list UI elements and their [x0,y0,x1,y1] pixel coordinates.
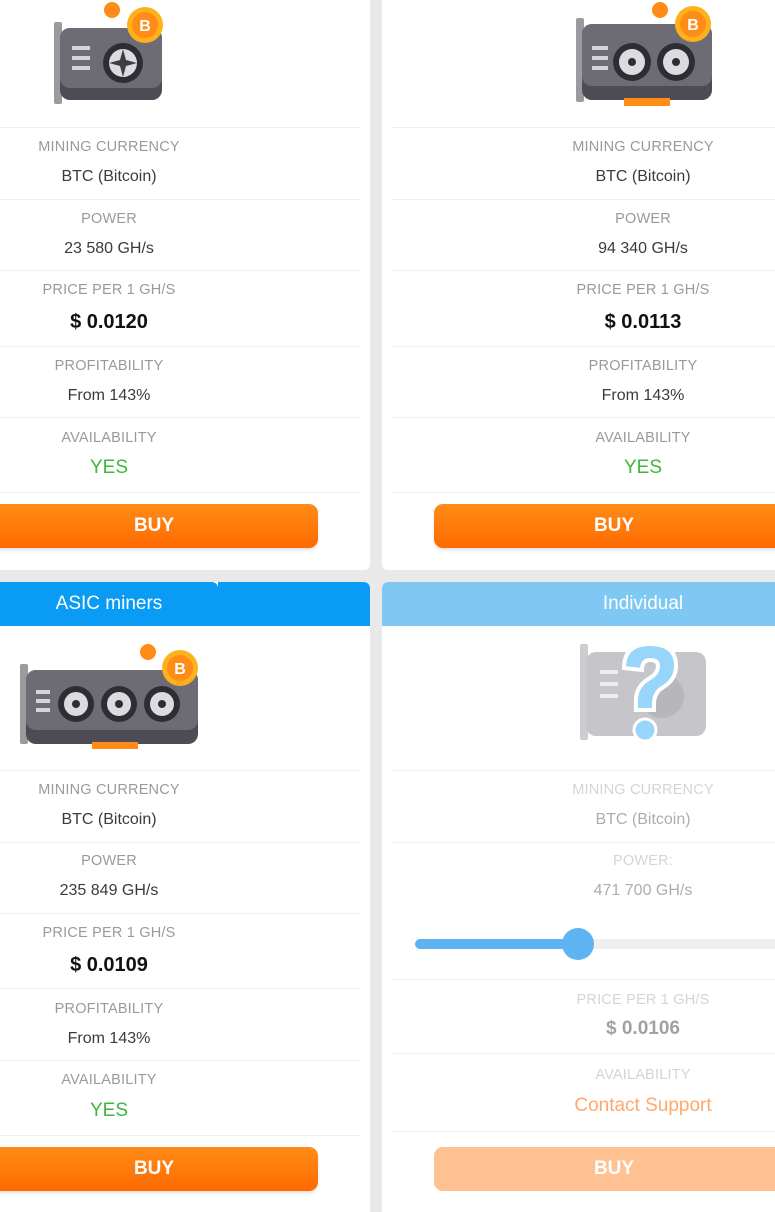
power-label: POWER [81,211,137,227]
divider [392,199,775,200]
divider [392,770,775,771]
divider [0,270,360,271]
price-value: $ 0.0109 [70,954,148,976]
mining-currency-value: BTC (Bitcoin) [595,811,691,828]
price-value: $ 0.0106 [606,1018,680,1039]
divider [392,842,775,843]
profitability-value: From 143% [601,387,685,404]
power-value: 23 580 GH/s [64,240,154,257]
buy-button[interactable]: BUY [0,1147,318,1191]
gpu-miner-icon: B [572,0,772,110]
power-value: 94 340 GH/s [598,240,688,257]
profitability-label: PROFITABILITY [588,358,698,374]
price-label: PRICE PER 1 GH/S [576,992,710,1008]
mining-currency-value: BTC (Bitcoin) [61,811,157,828]
divider [392,979,775,980]
miner-card-1: B MINING CURRENCY BTC (Bitcoin) POWER 23… [0,0,370,570]
price-label: PRICE PER 1 GH/S [42,282,176,298]
power-slider-thumb[interactable] [562,928,595,960]
price-value: $ 0.0120 [70,311,148,333]
price-label: PRICE PER 1 GH/S [576,282,710,298]
profitability-value: From 143% [67,1030,151,1047]
availability-value: YES [623,457,663,478]
profitability-value: From 143% [67,387,151,404]
card-title: Individual [602,593,684,614]
divider [392,1053,775,1054]
divider [392,346,775,347]
svg-text:B: B [139,18,151,35]
divider [0,417,360,418]
divider [392,270,775,271]
divider [392,127,775,128]
power-label: POWER [615,211,671,227]
availability-value: YES [89,1100,129,1121]
miner-card-asic: ASIC miners B MINING CURRENCY BTC (Bitco… [0,582,370,1212]
power-value: 471 700 GH/s [593,882,693,899]
buy-button-disabled[interactable]: BUY [434,1147,775,1191]
divider [0,492,360,493]
contact-support-link[interactable]: Contact Support [532,1095,754,1117]
mining-currency-label: MINING CURRENCY [572,782,714,798]
mining-currency-value: BTC (Bitcoin) [61,168,157,185]
mining-currency-label: MINING CURRENCY [38,139,180,155]
availability-label: AVAILABILITY [61,430,157,446]
miner-card-2: B MINING CURRENCY BTC (Bitcoin) POWER 94… [382,0,775,570]
miner-card-individual: Individual MINING CURRENCY BTC (Bitcoin)… [382,582,775,1212]
buy-button[interactable]: BUY [0,504,318,548]
gpu-miner-icon: B [50,0,250,110]
mining-currency-label: MINING CURRENCY [572,139,714,155]
header-extension [218,582,370,626]
divider [392,417,775,418]
divider [392,492,775,493]
power-label: POWER [81,853,137,869]
price-value: $ 0.0113 [604,311,682,333]
custom-miner-question-icon [576,640,775,750]
svg-text:B: B [687,17,699,34]
power-slider[interactable] [415,928,775,960]
profitability-label: PROFITABILITY [54,358,164,374]
availability-label: AVAILABILITY [595,430,691,446]
divider [0,913,360,914]
card-header: ASIC miners [0,582,218,626]
availability-value: YES [89,457,129,478]
divider [0,988,360,989]
divider [0,199,360,200]
mining-currency-label: MINING CURRENCY [38,782,180,798]
divider [0,842,360,843]
divider [392,1131,775,1132]
svg-text:B: B [174,661,186,678]
gpu-miner-icon: B [14,640,214,750]
price-label: PRICE PER 1 GH/S [42,925,176,941]
power-slider-fill [415,939,579,949]
power-label: POWER: [612,853,673,869]
card-title: ASIC miners [55,593,163,614]
divider [0,1060,360,1061]
divider [0,127,360,128]
profitability-label: PROFITABILITY [54,1001,164,1017]
availability-label: AVAILABILITY [595,1067,691,1083]
divider [0,1135,360,1136]
mining-currency-value: BTC (Bitcoin) [595,168,691,185]
buy-button[interactable]: BUY [434,504,775,548]
power-value: 235 849 GH/s [59,882,159,899]
divider [0,346,360,347]
availability-label: AVAILABILITY [61,1072,157,1088]
divider [0,770,360,771]
